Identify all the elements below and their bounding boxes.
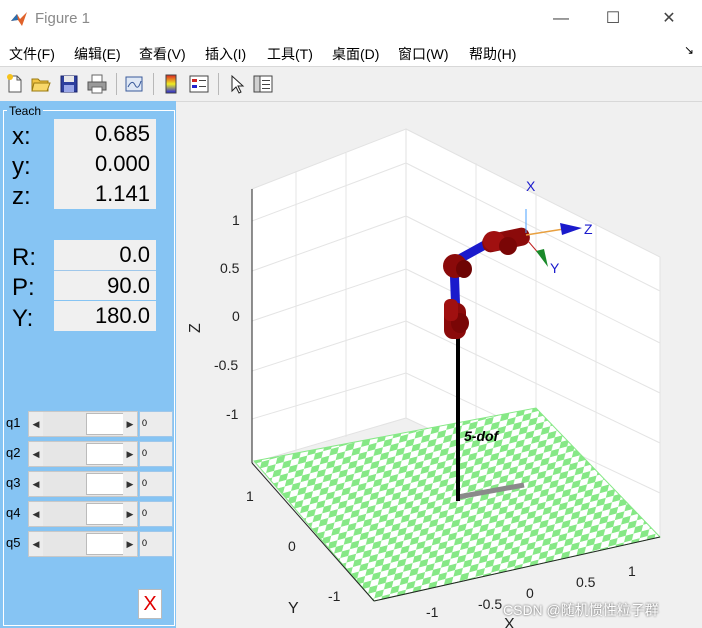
teach-panel: Teach x: 0.685 y: 0.000 z: 1.141 R: 0.0 … — [0, 101, 176, 628]
menu-help[interactable]: 帮助(H) — [469, 44, 516, 64]
slider-thumb[interactable] — [86, 473, 126, 495]
x-value: 0.685 — [54, 119, 156, 149]
slider-right-arrow-icon[interactable]: ▶ — [123, 442, 137, 466]
menu-desktop[interactable]: 桌面(D) — [332, 44, 379, 64]
y-tick-label: -1 — [328, 588, 341, 604]
slider-right-arrow-icon[interactable]: ▶ — [123, 502, 137, 526]
joint-slider-q5[interactable]: ◀ ▶ — [28, 531, 138, 557]
z-tick-label: 1 — [232, 212, 240, 228]
watermark: CSDN @随机惯性粒子群 — [503, 602, 659, 618]
menu-tools[interactable]: 工具(T) — [267, 44, 313, 64]
robot-3d-plot[interactable]: 1 0.5 0 -0.5 -1 Z 1 0 -1 Y -1 -0.5 0 0.5… — [176, 101, 702, 628]
x-tick-label: 0 — [526, 585, 534, 601]
z-tick-label: -1 — [226, 406, 239, 422]
x-tick-label: -0.5 — [478, 596, 502, 612]
robot-joint — [444, 299, 458, 321]
legend-icon[interactable] — [188, 73, 210, 95]
save-icon[interactable] — [58, 73, 80, 95]
toolbar-separator — [116, 73, 117, 95]
maximize-button[interactable]: ☐ — [590, 0, 636, 38]
slider-right-arrow-icon[interactable]: ▶ — [123, 532, 137, 556]
joint-value-q3[interactable]: 0 — [139, 471, 173, 497]
slider-thumb[interactable] — [86, 503, 126, 525]
yaw-label: Y: — [12, 305, 34, 332]
slider-thumb[interactable] — [86, 443, 126, 465]
minimize-button[interactable]: — — [538, 0, 584, 38]
robot-joint — [499, 237, 517, 255]
menu-edit[interactable]: 编辑(E) — [74, 44, 121, 64]
frame-x-label: X — [526, 178, 536, 194]
z-value: 1.141 — [54, 179, 156, 209]
y-label: y: — [12, 153, 31, 180]
slider-right-arrow-icon[interactable]: ▶ — [123, 412, 137, 436]
x-tick-label: 1 — [628, 563, 636, 579]
property-inspector-icon[interactable] — [252, 73, 274, 95]
toolbar-separator — [153, 73, 154, 95]
z-tick-label: -0.5 — [214, 357, 238, 373]
link-plot-icon[interactable] — [123, 73, 145, 95]
z-axis-label: Z — [187, 323, 204, 333]
teach-panel-title: Teach — [7, 104, 44, 118]
slider-left-arrow-icon[interactable]: ◀ — [29, 472, 43, 496]
joint-value-q2[interactable]: 0 — [139, 441, 173, 467]
y-tick-label: 0 — [288, 538, 296, 554]
frame-y-label: Y — [550, 260, 560, 276]
slider-thumb[interactable] — [86, 413, 126, 435]
matlab-logo-icon — [11, 12, 27, 26]
joint-value-q1[interactable]: 0 — [139, 411, 173, 437]
y-value: 0.000 — [54, 149, 156, 179]
menu-window[interactable]: 窗口(W) — [398, 44, 449, 64]
menu-insert[interactable]: 插入(I) — [205, 44, 246, 64]
close-button[interactable]: ✕ — [646, 0, 692, 38]
open-file-icon[interactable] — [30, 73, 52, 95]
joint-label-q2: q2 — [6, 445, 21, 460]
pointer-icon[interactable] — [226, 73, 248, 95]
slider-left-arrow-icon[interactable]: ◀ — [29, 502, 43, 526]
colorbar-icon[interactable] — [160, 73, 182, 95]
print-icon[interactable] — [86, 73, 108, 95]
x-tick-label: -1 — [426, 604, 439, 620]
slider-left-arrow-icon[interactable]: ◀ — [29, 442, 43, 466]
joint-value-q4[interactable]: 0 — [139, 501, 173, 527]
title-bar: Figure 1 — ☐ ✕ — [0, 0, 702, 38]
joint-slider-q1[interactable]: ◀ ▶ — [28, 411, 138, 437]
joint-label-q5: q5 — [6, 535, 21, 550]
slider-left-arrow-icon[interactable]: ◀ — [29, 532, 43, 556]
toolbar — [0, 66, 702, 102]
y-tick-label: 1 — [246, 488, 254, 504]
z-tick-label: 0.5 — [220, 260, 240, 276]
pitch-label: P: — [12, 274, 35, 301]
frame-z-label: Z — [584, 221, 593, 237]
slider-thumb[interactable] — [86, 533, 126, 555]
new-figure-icon[interactable] — [4, 73, 26, 95]
joint-slider-q2[interactable]: ◀ ▶ — [28, 441, 138, 467]
yaw-value: 180.0 — [54, 301, 156, 331]
dock-arrow-icon[interactable]: ↘ — [684, 43, 694, 57]
robot-joint — [456, 260, 472, 278]
menu-file[interactable]: 文件(F) — [9, 44, 55, 64]
close-teach-button[interactable]: X — [138, 589, 162, 619]
joint-slider-q4[interactable]: ◀ ▶ — [28, 501, 138, 527]
pitch-value: 90.0 — [54, 270, 156, 300]
z-label: z: — [12, 183, 31, 210]
menu-bar: 文件(F) 编辑(E) 查看(V) 插入(I) 工具(T) 桌面(D) 窗口(W… — [0, 38, 702, 66]
joint-label-q3: q3 — [6, 475, 21, 490]
joint-label-q1: q1 — [6, 415, 21, 430]
joint-slider-q3[interactable]: ◀ ▶ — [28, 471, 138, 497]
x-label: x: — [12, 123, 31, 150]
z-tick-label: 0 — [232, 308, 240, 324]
roll-value: 0.0 — [54, 240, 156, 270]
menu-view[interactable]: 查看(V) — [139, 44, 186, 64]
slider-right-arrow-icon[interactable]: ▶ — [123, 472, 137, 496]
toolbar-separator — [218, 73, 219, 95]
robot-name-label: 5-dof — [464, 428, 500, 444]
x-tick-label: 0.5 — [576, 574, 596, 590]
roll-label: R: — [12, 244, 36, 271]
slider-left-arrow-icon[interactable]: ◀ — [29, 412, 43, 436]
window-title: Figure 1 — [35, 10, 91, 27]
y-axis-label: Y — [288, 600, 299, 617]
back-wall-left — [251, 128, 407, 464]
joint-label-q4: q4 — [6, 505, 21, 520]
joint-value-q5[interactable]: 0 — [139, 531, 173, 557]
